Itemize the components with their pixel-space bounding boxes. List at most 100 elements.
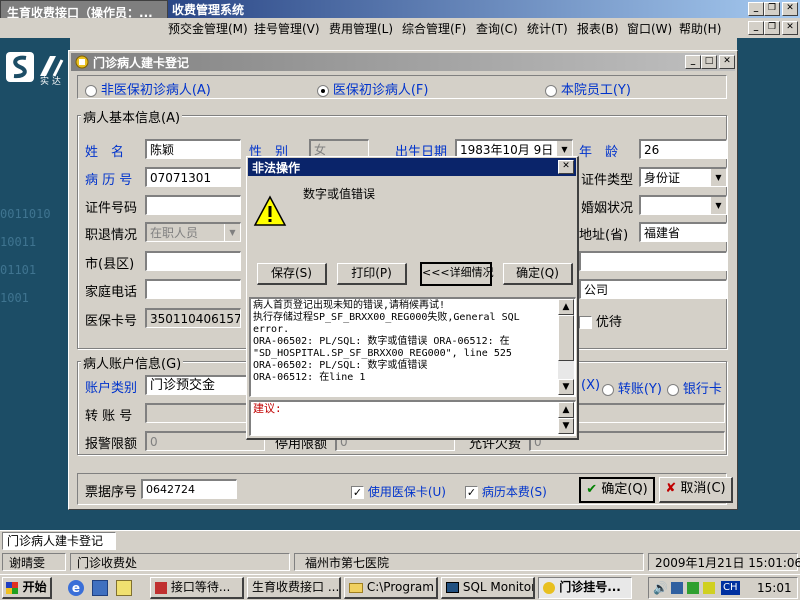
menu-item-general[interactable]: 综合管理(F) [402, 20, 466, 37]
menu-item-window[interactable]: 窗口(W) [627, 20, 672, 37]
company-field[interactable]: 公司 [579, 279, 727, 299]
quicklaunch-ie-icon[interactable]: e [68, 580, 84, 596]
suggestion-scroll-down-icon[interactable]: ▼ [558, 418, 574, 434]
suggestion-box[interactable]: 建议: ▲ ▼ [249, 400, 576, 436]
city-field[interactable] [145, 251, 241, 271]
status-user: 谢晴雯 [2, 553, 66, 571]
scroll-thumb[interactable] [558, 315, 574, 361]
marital-dropdown-icon: ▼ [710, 197, 726, 214]
reg-minimize-button[interactable]: _ [685, 55, 701, 69]
start-button[interactable]: 开始 [2, 577, 52, 599]
error-dialog-close-button[interactable]: ✕ [558, 160, 574, 174]
network-icon[interactable] [671, 582, 683, 594]
mdi-restore-button[interactable]: ❐ [764, 21, 780, 35]
suggestion-scroll-up-icon[interactable]: ▲ [558, 402, 574, 418]
error-details-text: 病人首页登记出现未知的错误,请稍候再试! 执行存储过程SP_SF_BRXX00_… [253, 300, 559, 384]
account-type-field[interactable]: 门诊预交金 [145, 375, 249, 395]
id-type-value: 身份证 [644, 171, 681, 185]
account-option-x[interactable]: (X) [581, 378, 600, 393]
radio-staff[interactable]: 本院员工(Y) [545, 79, 631, 98]
taskbar-item-birth-fee[interactable]: 生育收费接口 ... [247, 577, 341, 599]
menu-item-register[interactable]: 挂号管理(V) [254, 20, 320, 37]
binary-decoration: 0011010 10011 01101 1001 [0, 207, 51, 305]
app-minimize-button[interactable]: _ [748, 2, 764, 16]
use-insurance-checkbox[interactable]: ✓ 使用医保卡(U) [351, 483, 446, 500]
error-line: ORA-06502: PL/SQL: 数字或值错误 [253, 360, 428, 371]
monitor-tray-icon[interactable] [687, 582, 699, 594]
menu-item-reports[interactable]: 报表(B) [577, 20, 619, 37]
suggestion-scrollbar[interactable]: ▲ ▼ [558, 402, 574, 434]
lang-indicator[interactable]: CH [721, 581, 740, 595]
form-cancel-button[interactable]: ✘ 取消(C) [659, 477, 733, 503]
reg-maximize-button[interactable]: □ [701, 55, 717, 69]
alarm-label: 报警限额 [85, 437, 138, 452]
app-restore-button[interactable]: ❐ [764, 2, 780, 16]
mdi-tabbar: 门诊病人建卡登记 [0, 530, 800, 550]
mdi-tab-registration[interactable]: 门诊病人建卡登记 [2, 532, 116, 550]
suggestion-label: 建议: [253, 402, 282, 415]
form-ok-label: 确定(Q) [601, 482, 648, 497]
mdi-minimize-button[interactable]: _ [748, 21, 764, 35]
record-field[interactable]: 07071301 [145, 167, 241, 187]
phone-field[interactable] [145, 279, 241, 299]
menu-item-prepay[interactable]: 预交金管理(M) [168, 20, 248, 37]
volume-icon[interactable]: 🔊 [653, 581, 668, 595]
details-scrollbar[interactable]: ▲ ▼ [558, 299, 574, 395]
app-right-panel [737, 38, 800, 508]
record-fee-checkbox[interactable]: ✓ 病历本费(S) [465, 483, 547, 500]
id-no-field[interactable] [145, 195, 241, 215]
radio-transfer-label: 转账(Y) [617, 382, 662, 397]
taskbar-item-outpatient[interactable]: 门诊挂号... [538, 577, 632, 599]
form-ok-button[interactable]: ✔ 确定(Q) [579, 477, 655, 503]
quicklaunch-desktop-icon[interactable] [92, 580, 108, 596]
radio-bankcard[interactable]: 银行卡 [667, 378, 722, 397]
mdi-close-button[interactable]: ✕ [782, 21, 798, 35]
form-cancel-x-icon: ✘ [665, 481, 677, 496]
task-label: 门诊挂号... [559, 580, 621, 594]
menu-item-stats[interactable]: 统计(T) [527, 20, 568, 37]
marital-select[interactable]: ▼ [639, 195, 727, 215]
dialog-ok-button[interactable]: 确定(Q) [503, 263, 573, 285]
radio-transfer-circle [602, 383, 614, 396]
id-type-dropdown-icon: ▼ [710, 169, 726, 186]
menu-item-help[interactable]: 帮助(H) [679, 20, 721, 37]
menu-item-query[interactable]: 查询(C) [476, 20, 518, 37]
insurance-field[interactable]: 350110406157 [145, 308, 241, 328]
quicklaunch-outlook-icon[interactable] [116, 580, 132, 596]
input-tray-icon[interactable] [703, 582, 715, 594]
city-right-field[interactable] [579, 251, 727, 271]
id-type-select[interactable]: 身份证 ▼ [639, 167, 727, 187]
radio-transfer[interactable]: 转账(Y) [602, 378, 662, 397]
name-field[interactable]: 陈颖 [145, 139, 241, 159]
province-field[interactable]: 福建省 [639, 222, 727, 242]
radio-staff-label: 本院员工(Y) [560, 83, 631, 98]
app-statusbar: 谢晴雯 门诊收费处 福州市第七医院 2009年1月21日 15:01:06 [0, 552, 800, 572]
scroll-down-icon[interactable]: ▼ [558, 379, 574, 395]
menu-item-fees[interactable]: 费用管理(L) [329, 20, 393, 37]
error-details-box[interactable]: 病人首页登记出现未知的错误,请稍候再试! 执行存储过程SP_SF_BRXX00_… [249, 297, 576, 397]
dialog-print-button[interactable]: 打印(P) [337, 263, 407, 285]
age-label: 年 龄 [579, 145, 619, 160]
start-label: 开始 [22, 580, 47, 594]
dialog-details-button[interactable]: <<<详细情况 [420, 262, 494, 286]
priority-checkbox[interactable]: 优待 [579, 311, 622, 330]
scroll-up-icon[interactable]: ▲ [558, 299, 574, 315]
radio-insured-label: 医保初诊病人(F) [332, 83, 429, 98]
radio-non-insured[interactable]: 非医保初诊病人(A) [85, 79, 211, 98]
registration-window-icon [74, 54, 90, 70]
age-field[interactable]: 26 [639, 139, 727, 159]
taskbar-item-program-folder[interactable]: C:\Program ... [344, 577, 438, 599]
taskbar: 开始 e 接口等待... 生育收费接口 ... C:\Program ... S… [0, 574, 800, 600]
taskbar-item-sql-monitor[interactable]: SQL Monitor [441, 577, 535, 599]
radio-bankcard-circle [667, 383, 679, 396]
outpatient-icon [543, 581, 555, 594]
app-close-button[interactable]: ✕ [782, 2, 798, 16]
monitor-icon [446, 582, 459, 593]
dialog-save-button[interactable]: 保存(S) [257, 263, 327, 285]
reg-close-button[interactable]: ✕ [719, 55, 735, 69]
job-dropdown-icon: ▼ [224, 224, 240, 241]
taskbar-item-interface-wait[interactable]: 接口等待... [150, 577, 244, 599]
job-select[interactable]: 在职人员 ▼ [145, 222, 241, 242]
radio-insured[interactable]: 医保初诊病人(F) [317, 79, 428, 98]
ticket-field[interactable]: 0642724 [141, 479, 237, 499]
